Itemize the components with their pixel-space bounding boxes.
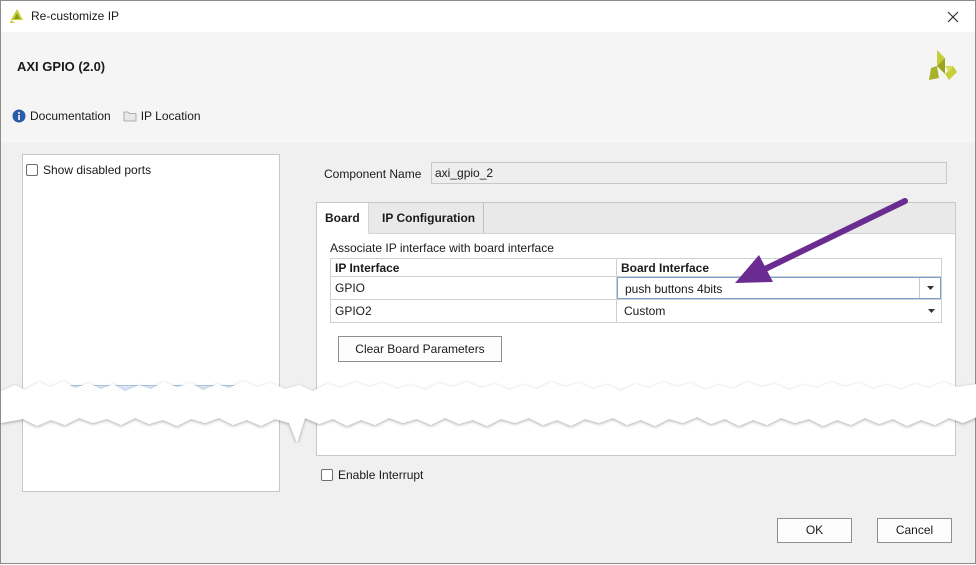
ip-interface-cell: GPIO2 [330,299,617,323]
board-interface-select[interactable]: push buttons 4bits [617,277,941,299]
documentation-label[interactable]: Documentation [30,109,111,123]
show-disabled-ports-label[interactable]: Show disabled ports [43,163,151,177]
ip-location-label[interactable]: IP Location [141,109,201,123]
ip-title: AXI GPIO (2.0) [17,59,106,74]
torn-edge-divider [1,381,976,443]
tab-bar: Board IP Configuration [317,203,955,234]
window-title: Re-customize IP [31,9,120,23]
title-bar: Re-customize IP [1,1,975,33]
cancel-button[interactable]: Cancel [877,518,952,543]
table-row: GPIO push buttons 4bits [330,276,942,300]
info-icon [12,109,26,123]
table-row: GPIO2 Custom [330,299,942,323]
header-links: Documentation IP Location [12,109,207,123]
board-interface-value[interactable]: push buttons 4bits [625,282,722,296]
component-name-field[interactable]: axi_gpio_2 [431,162,947,184]
show-disabled-ports-checkbox[interactable] [26,164,38,176]
board-interface-value[interactable]: Custom [624,304,665,318]
folder-icon [123,111,137,122]
associate-description: Associate IP interface with board interf… [330,241,554,255]
ip-location-link[interactable]: IP Location [123,109,201,123]
enable-interrupt-row[interactable]: Enable Interrupt [321,468,423,482]
component-name-label: Component Name [324,167,422,181]
close-button[interactable] [935,1,971,32]
ip-header: AXI GPIO (2.0) Documentation IP Location [1,32,975,143]
re-customize-ip-dialog: Re-customize IP AXI GPIO (2.0) Documenta… [0,0,976,564]
tab-board[interactable]: Board [317,203,369,234]
ip-interface-cell: GPIO [330,276,617,300]
dropdown-arrow-icon[interactable] [921,300,941,322]
dropdown-arrow-icon[interactable] [919,278,940,298]
enable-interrupt-label[interactable]: Enable Interrupt [338,468,423,482]
column-header-board-interface: Board Interface [616,258,942,277]
close-icon[interactable] [947,11,959,23]
clear-board-parameters-button[interactable]: Clear Board Parameters [338,336,502,362]
vivado-app-icon [10,9,23,23]
board-interface-select[interactable]: Custom [617,300,941,322]
documentation-link[interactable]: Documentation [12,109,111,123]
board-interface-table: IP Interface Board Interface GPIO push b… [330,258,942,323]
enable-interrupt-checkbox[interactable] [321,469,333,481]
ok-button[interactable]: OK [777,518,852,543]
board-interface-cell[interactable]: Custom [616,299,942,323]
board-interface-cell[interactable]: push buttons 4bits [616,276,942,300]
tab-ip-configuration[interactable]: IP Configuration [374,203,485,233]
column-header-ip-interface: IP Interface [330,258,617,277]
vivado-logo-icon [929,50,957,80]
show-disabled-ports-row[interactable]: Show disabled ports [26,163,151,177]
